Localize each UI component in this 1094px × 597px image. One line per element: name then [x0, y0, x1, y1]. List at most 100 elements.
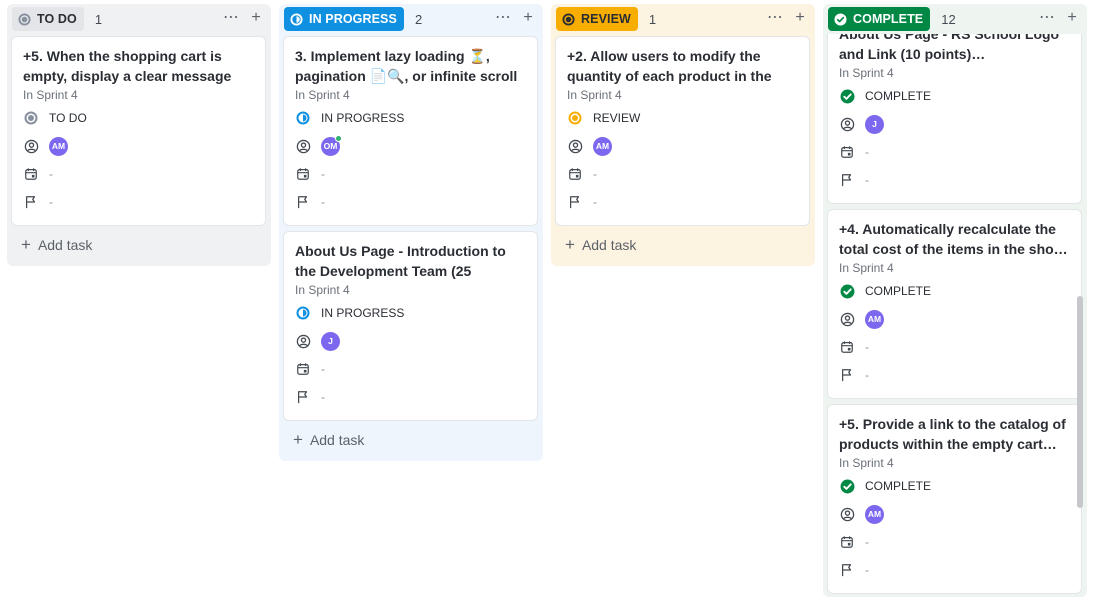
status-row[interactable]: COMPLETE	[839, 277, 1070, 305]
assignee-row[interactable]: OM	[295, 132, 526, 160]
priority-row[interactable]: -	[839, 166, 1070, 194]
task-card[interactable]: +2. Allow users to modify the quan­tity …	[555, 36, 810, 226]
more-options-icon[interactable]: ⋯	[767, 9, 783, 27]
add-task-button[interactable]: + Add task	[21, 236, 92, 253]
priority-row[interactable]: -	[839, 556, 1070, 584]
user-circle-icon	[839, 311, 855, 327]
in-progress-status-icon	[295, 110, 311, 126]
task-card[interactable]: +5. Provide a link to the catalog of pro…	[827, 404, 1082, 594]
priority-row[interactable]: -	[295, 383, 526, 411]
more-options-icon[interactable]: ⋯	[495, 9, 511, 27]
user-circle-icon	[23, 138, 39, 154]
assignee-row[interactable]: AM	[23, 132, 254, 160]
column-inprogress: IN PROGRESS 2 ⋯ + 3. Implement lazy load…	[279, 4, 543, 461]
user-circle-icon	[839, 116, 855, 132]
date-row[interactable]: -	[839, 333, 1070, 361]
task-title[interactable]: +5. When the shopping cart is empty, dis…	[23, 46, 254, 86]
task-card[interactable]: About Us Page - Introduction to the Deve…	[283, 231, 538, 421]
more-options-icon[interactable]: ⋯	[223, 9, 239, 27]
column-count: 1	[648, 11, 657, 27]
column-review: REVIEW 1 ⋯ + +2. Allow users to modify t…	[551, 4, 815, 266]
add-icon[interactable]: +	[521, 9, 535, 27]
column-header-inprogress: IN PROGRESS 2 ⋯ +	[279, 4, 543, 34]
add-icon[interactable]: +	[1065, 9, 1079, 27]
todo-status-icon	[23, 110, 39, 126]
status-row[interactable]: IN PROGRESS	[295, 104, 526, 132]
assignee-row[interactable]: J	[295, 327, 526, 355]
check-circle-icon	[839, 283, 855, 299]
task-sprint: In Sprint 4	[295, 283, 350, 297]
date-row[interactable]: -	[295, 355, 526, 383]
flag-icon	[295, 194, 311, 210]
assignee-row[interactable]: AM	[567, 132, 798, 160]
task-card[interactable]: 3. Implement lazy loading ⏳, pagi­nation…	[283, 36, 538, 226]
task-card[interactable]: +4. Automatically recalculate the total …	[827, 209, 1082, 399]
check-circle-icon	[839, 88, 855, 104]
status-text: COMPLETE	[865, 89, 932, 103]
priority: -	[593, 195, 597, 209]
status-pill-inprogress[interactable]: IN PROGRESS	[284, 7, 404, 31]
column-scrollbar[interactable]	[1077, 296, 1083, 508]
add-icon[interactable]: +	[793, 9, 807, 27]
date-row[interactable]: -	[839, 528, 1070, 556]
due-date: -	[49, 167, 53, 181]
avatar[interactable]: OM	[321, 134, 342, 156]
add-icon[interactable]: +	[249, 9, 263, 27]
task-card[interactable]: About Us Page - RS School Logo and Link …	[827, 14, 1082, 204]
task-title[interactable]: +5. Provide a link to the catalog of pro…	[839, 414, 1070, 454]
priority-row[interactable]: -	[23, 188, 254, 216]
status-text: COMPLETE	[865, 479, 932, 493]
status-row[interactable]: TO DO	[23, 104, 254, 132]
date-row[interactable]: -	[839, 138, 1070, 166]
column-header-review: REVIEW 1 ⋯ +	[551, 4, 815, 34]
add-task-button[interactable]: + Add task	[565, 236, 636, 253]
task-title[interactable]: +2. Allow users to modify the quan­tity …	[567, 46, 798, 86]
column-label: REVIEW	[581, 12, 631, 26]
assignee-row[interactable]: AM	[839, 500, 1070, 528]
status-text: TO DO	[49, 111, 87, 125]
status-row[interactable]: COMPLETE	[839, 82, 1070, 110]
avatar[interactable]: J	[321, 331, 340, 351]
status-row[interactable]: IN PROGRESS	[295, 299, 526, 327]
status-row[interactable]: REVIEW	[567, 104, 798, 132]
column-header-todo: TO DO 1 ⋯ +	[7, 4, 271, 34]
more-options-icon[interactable]: ⋯	[1039, 9, 1055, 27]
priority-row[interactable]: -	[295, 188, 526, 216]
status-pill-complete[interactable]: COMPLETE	[828, 7, 931, 31]
due-date: -	[321, 362, 325, 376]
in-progress-status-icon	[295, 305, 311, 321]
avatar[interactable]: AM	[49, 136, 68, 156]
status-text: IN PROGRESS	[321, 111, 405, 125]
flag-icon	[23, 194, 39, 210]
task-title[interactable]: About Us Page - Introduction to the Deve…	[295, 241, 526, 281]
assignee-row[interactable]: J	[839, 110, 1070, 138]
due-date: -	[321, 167, 325, 181]
avatar[interactable]: J	[865, 114, 884, 134]
task-title[interactable]: 3. Implement lazy loading ⏳, pagi­nation…	[295, 46, 526, 86]
flag-icon	[839, 367, 855, 383]
date-row[interactable]: -	[567, 160, 798, 188]
status-row[interactable]: COMPLETE	[839, 472, 1070, 500]
priority-row[interactable]: -	[567, 188, 798, 216]
calendar-icon	[295, 361, 311, 377]
status-pill-todo[interactable]: TO DO	[12, 7, 84, 31]
user-circle-icon	[567, 138, 583, 154]
task-card[interactable]: +5. When the shopping cart is empty, dis…	[11, 36, 266, 226]
due-date: -	[865, 340, 869, 354]
date-row[interactable]: -	[23, 160, 254, 188]
priority: -	[321, 390, 325, 404]
status-pill-review[interactable]: REVIEW	[556, 7, 638, 31]
priority-row[interactable]: -	[839, 361, 1070, 389]
avatar[interactable]: AM	[865, 309, 884, 329]
avatar[interactable]: AM	[593, 136, 612, 156]
task-title[interactable]: +4. Automatically recalculate the total …	[839, 219, 1070, 259]
priority: -	[865, 368, 869, 382]
column-count: 2	[414, 11, 423, 27]
add-task-button[interactable]: + Add task	[293, 431, 364, 448]
avatar[interactable]: AM	[865, 504, 884, 524]
todo-status-icon	[18, 12, 31, 26]
assignee-row[interactable]: AM	[839, 305, 1070, 333]
date-row[interactable]: -	[295, 160, 526, 188]
task-sprint: In Sprint 4	[839, 261, 894, 275]
task-sprint: In Sprint 4	[839, 66, 894, 80]
